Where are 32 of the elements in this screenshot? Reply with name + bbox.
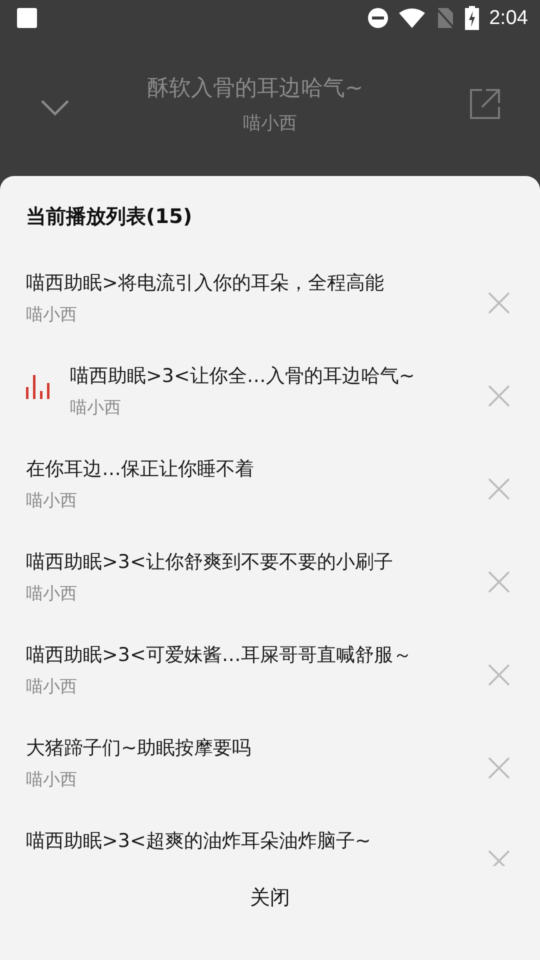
notification-icon bbox=[17, 8, 37, 28]
track-title[interactable]: 喵西助眠>3<可爱妹酱…耳屎哥哥直喊舒服～ bbox=[26, 642, 488, 668]
share-icon[interactable] bbox=[470, 89, 500, 119]
do-not-disturb-icon bbox=[367, 7, 390, 29]
playlist-title: 当前播放列表(15) bbox=[25, 203, 194, 230]
track-artist: 喵小西 bbox=[26, 490, 78, 513]
remove-icon[interactable] bbox=[488, 850, 510, 866]
remove-icon[interactable] bbox=[488, 664, 510, 686]
artist-name: 喵小西 bbox=[243, 112, 297, 135]
song-title: 酥软入骨的耳边哈气~ bbox=[146, 75, 364, 103]
remove-icon[interactable] bbox=[488, 292, 510, 314]
wifi-icon bbox=[399, 8, 426, 28]
chevron-down-icon[interactable] bbox=[40, 99, 70, 117]
track-artist: 喵小西 bbox=[70, 397, 122, 420]
remove-icon[interactable] bbox=[488, 757, 510, 779]
track-title[interactable]: 大猪蹄子们~助眠按摩要吗 bbox=[26, 735, 488, 761]
track-title[interactable]: 喵西助眠>将电流引入你的耳朵，全程高能 bbox=[26, 270, 488, 296]
track-artist: 喵小西 bbox=[26, 583, 78, 606]
clock-time: 2:04 bbox=[489, 6, 528, 30]
track-title[interactable]: 喵西助眠>3<让你全…入骨的耳边哈气~ bbox=[70, 363, 488, 389]
battery-charging-icon bbox=[465, 6, 480, 30]
track-title[interactable]: 喵西助眠>3<让你舒爽到不要不要的小刷子 bbox=[26, 549, 488, 575]
track-title[interactable]: 在你耳边…保正让你睡不着 bbox=[26, 456, 488, 482]
remove-icon[interactable] bbox=[488, 571, 510, 593]
track-artist: 喵小西 bbox=[26, 676, 78, 699]
remove-icon[interactable] bbox=[488, 385, 510, 407]
close-button[interactable]: 关闭 bbox=[240, 880, 300, 915]
track-artist: 喵小西 bbox=[26, 769, 78, 792]
track-artist: 喵小西 bbox=[26, 304, 78, 327]
track-title[interactable]: 喵西助眠>3<超爽的油炸耳朵油炸脑子~ bbox=[26, 828, 488, 854]
remove-icon[interactable] bbox=[488, 478, 510, 500]
no-sim-icon bbox=[435, 7, 456, 29]
